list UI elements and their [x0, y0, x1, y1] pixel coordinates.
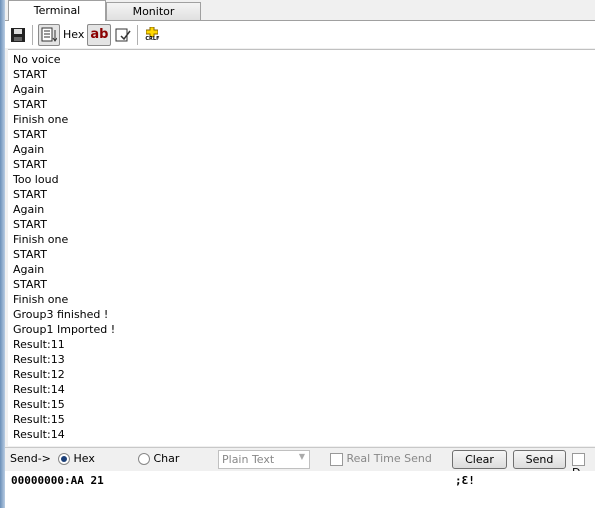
terminal-line: START — [13, 128, 47, 141]
terminal-line: Again — [13, 203, 45, 216]
send-button[interactable]: Send — [513, 450, 566, 469]
toolbar-divider — [137, 24, 139, 45]
terminal-line: No voice — [13, 53, 61, 66]
realtime-label: Real Time Send — [346, 452, 432, 465]
floppy-disk-icon[interactable] — [9, 24, 27, 46]
terminal-line: START — [13, 218, 47, 231]
checkbox-icon — [572, 452, 585, 466]
terminal-line: Finish one — [13, 113, 69, 126]
chevron-down-icon: ▼ — [298, 452, 305, 461]
send-label: Send-> — [10, 452, 51, 465]
auto-scroll-icon[interactable] — [38, 23, 60, 46]
terminal-line: Group3 finished ! — [13, 308, 109, 321]
terminal-line: START — [13, 278, 47, 291]
format-value: Plain Text — [222, 453, 275, 466]
terminal-line: START — [13, 158, 47, 171]
crlf-icon[interactable]: CRLF — [143, 24, 161, 46]
radio-icon — [138, 453, 150, 465]
terminal-line: Result:15 — [13, 413, 65, 426]
terminal-line: START — [13, 248, 47, 261]
send-bar: Send-> Hex Char Plain Text ▼ Real Time Se… — [5, 447, 595, 479]
terminal-line: START — [13, 68, 47, 81]
char-radio-label: Char — [153, 452, 180, 465]
terminal-line: Result:14 — [13, 383, 65, 396]
hex-address: 00000000:AA 21 — [11, 474, 104, 487]
hex-ascii: ;Ɛ! — [455, 474, 475, 487]
terminal-line: Result:12 — [13, 368, 65, 381]
toolbar: Hex ab CRLF — [5, 21, 595, 48]
tab-bar: Terminal Monitor — [5, 0, 595, 22]
terminal-line: Result:14 — [13, 428, 65, 441]
radio-icon — [58, 453, 70, 465]
toolbar-divider — [32, 24, 33, 45]
window-border — [0, 0, 5, 508]
terminal-line: Group1 Imported ! — [13, 323, 116, 336]
terminal-line: Result:13 — [13, 353, 65, 366]
terminal-line: Result:11 — [13, 338, 65, 351]
char-radio[interactable]: Char — [138, 452, 179, 465]
terminal-line: Too loud — [13, 173, 59, 186]
hex-radio-label: Hex — [73, 452, 95, 465]
realtime-checkbox[interactable]: Real Time Send — [330, 452, 432, 466]
terminal-output[interactable]: No voice START Again START Finish one START Ag… — [8, 49, 595, 446]
terminal-line: Finish one — [13, 233, 69, 246]
terminal-line: Again — [13, 83, 45, 96]
terminal-line: START — [13, 98, 47, 111]
clear-button[interactable]: Clear — [452, 450, 507, 469]
edit-check-icon[interactable] — [114, 24, 132, 46]
tab-monitor[interactable]: Monitor — [106, 2, 201, 21]
text-mode-toggle[interactable]: ab — [87, 23, 112, 46]
terminal-line: Again — [13, 263, 45, 276]
format-select[interactable]: Plain Text ▼ — [218, 450, 310, 469]
hex-radio[interactable]: Hex — [58, 452, 95, 465]
terminal-line: Finish one — [13, 293, 69, 306]
checkbox-icon — [330, 452, 343, 466]
hex-toggle[interactable]: Hex — [63, 24, 84, 46]
hex-input[interactable]: 00000000:AA 21 ;Ɛ! — [5, 471, 595, 508]
tab-terminal[interactable]: Terminal — [8, 0, 106, 22]
terminal-line: Again — [13, 143, 45, 156]
terminal-line: Result:15 — [13, 398, 65, 411]
terminal-line: START — [13, 188, 47, 201]
